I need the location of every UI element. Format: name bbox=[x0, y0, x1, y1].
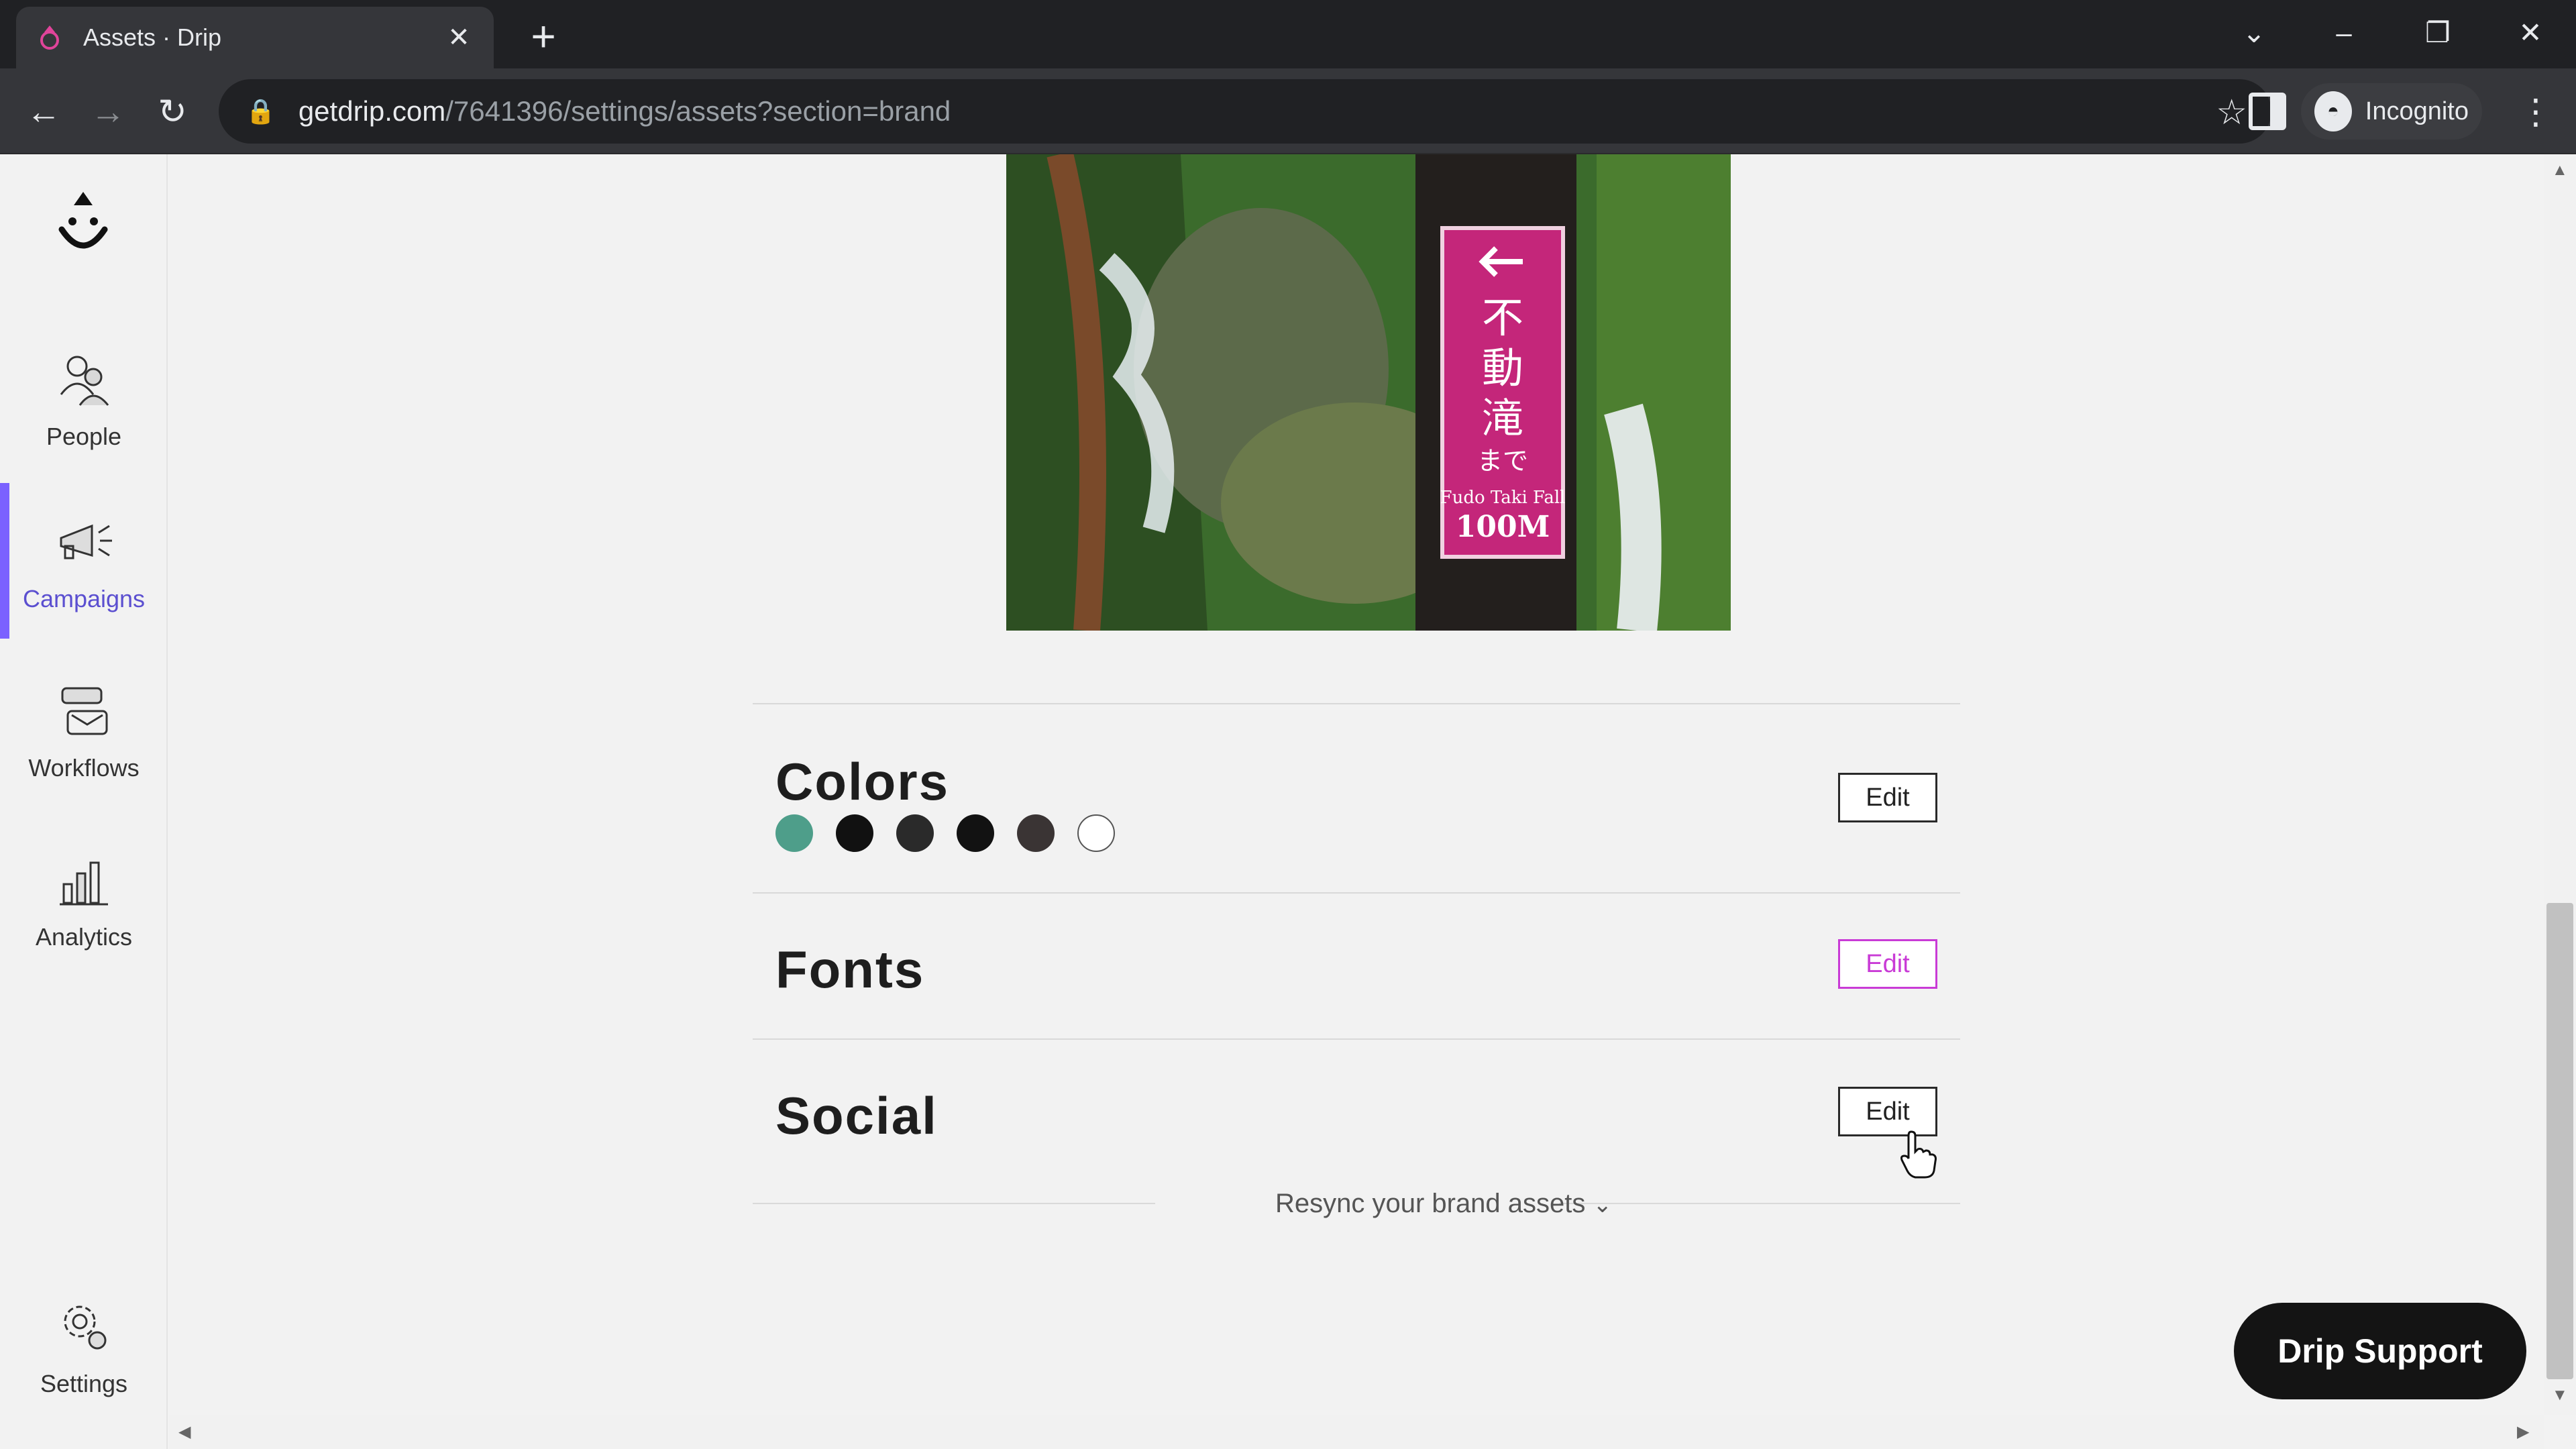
sidebar-item-analytics[interactable]: Analytics bbox=[0, 821, 168, 977]
side-panel-icon[interactable] bbox=[2249, 93, 2286, 130]
sidebar-item-people[interactable]: People bbox=[0, 321, 168, 476]
bookmark-star-icon[interactable]: ☆ bbox=[2216, 93, 2247, 133]
color-swatches bbox=[775, 814, 1138, 852]
drip-favicon-icon bbox=[40, 25, 59, 50]
resync-label: Resync your brand assets bbox=[1275, 1189, 1586, 1218]
scroll-up-arrow-icon[interactable]: ▲ bbox=[2552, 161, 2568, 180]
reload-icon[interactable]: ↻ bbox=[149, 89, 196, 136]
browser-tab-bar: Assets · Drip ✕ + ⌄ – ❐ ✕ bbox=[0, 0, 2576, 68]
restore-icon[interactable]: ❐ bbox=[2404, 9, 2471, 56]
lock-icon[interactable]: 🔒 bbox=[246, 97, 276, 125]
sidebar-item-label: Workflows bbox=[28, 754, 140, 782]
main-content: 不 動 滝 まで Fudo Taki Fall 100M Colors Edit… bbox=[169, 154, 2544, 1415]
color-swatch bbox=[775, 814, 813, 852]
incognito-label: Incognito bbox=[2365, 97, 2469, 125]
scroll-right-arrow-icon[interactable]: ▶ bbox=[2517, 1422, 2529, 1442]
color-swatch bbox=[957, 814, 994, 852]
url-host: getdrip.com bbox=[298, 95, 446, 127]
megaphone-icon bbox=[60, 524, 112, 559]
resync-divider-left bbox=[753, 1203, 1155, 1204]
gear-icon bbox=[64, 1305, 107, 1350]
workflow-icon bbox=[61, 687, 108, 735]
new-tab-button[interactable]: + bbox=[521, 15, 566, 60]
sidebar-item-campaigns[interactable]: Campaigns bbox=[0, 483, 168, 639]
sign-char-3: 滝 bbox=[1482, 394, 1523, 443]
scroll-down-arrow-icon[interactable]: ▼ bbox=[2552, 1386, 2568, 1405]
social-section-title: Social bbox=[775, 1086, 938, 1145]
browser-menu-icon[interactable]: ⋮ bbox=[2518, 89, 2553, 136]
sidebar-item-label: Analytics bbox=[35, 923, 133, 951]
edit-colors-button[interactable]: Edit bbox=[1838, 773, 1937, 822]
minimize-icon[interactable]: – bbox=[2310, 9, 2377, 56]
vertical-scrollbar-thumb[interactable] bbox=[2546, 903, 2573, 1379]
browser-tab-active[interactable]: Assets · Drip ✕ bbox=[16, 7, 494, 68]
color-swatch bbox=[896, 814, 934, 852]
color-swatch bbox=[1017, 814, 1055, 852]
drip-support-button[interactable]: Drip Support bbox=[2234, 1303, 2526, 1399]
sign-caption: Fudo Taki Fall bbox=[1440, 488, 1566, 508]
chevron-down-icon: ⌄ bbox=[1593, 1192, 1613, 1218]
edit-fonts-button[interactable]: Edit bbox=[1838, 939, 1937, 989]
section-divider bbox=[753, 1038, 1960, 1040]
tab-search-icon[interactable]: ⌄ bbox=[2220, 9, 2288, 56]
sidebar-item-settings[interactable]: Settings bbox=[0, 1268, 168, 1424]
sign-char-2: 動 bbox=[1482, 343, 1523, 392]
sidebar-item-label: Settings bbox=[40, 1370, 128, 1397]
back-icon[interactable]: ← bbox=[20, 89, 67, 136]
tab-close-icon[interactable]: ✕ bbox=[443, 22, 475, 53]
browser-toolbar: ← → ↻ 🔒 getdrip.com/7641396/settings/ass… bbox=[0, 68, 2576, 154]
people-icon bbox=[60, 356, 109, 406]
section-divider bbox=[753, 892, 1960, 894]
window-close-icon[interactable]: ✕ bbox=[2497, 9, 2564, 56]
color-swatch bbox=[836, 814, 873, 852]
scroll-left-arrow-icon[interactable]: ◀ bbox=[178, 1422, 191, 1442]
tab-title: Assets · Drip bbox=[83, 23, 222, 51]
brand-logo-image: 不 動 滝 まで Fudo Taki Fall 100M bbox=[1006, 154, 1731, 631]
sign-char-1: 不 bbox=[1482, 293, 1523, 342]
section-divider bbox=[753, 703, 1960, 704]
address-bar[interactable]: 🔒 getdrip.com/7641396/settings/assets?se… bbox=[219, 79, 2271, 144]
forward-icon[interactable]: → bbox=[85, 89, 131, 136]
sign-distance: 100M bbox=[1456, 510, 1550, 544]
incognito-profile-button[interactable]: ◓ Incognito bbox=[2301, 83, 2482, 140]
analytics-icon bbox=[60, 861, 108, 906]
sidebar-item-label: People bbox=[46, 423, 122, 450]
url-path: /7641396/settings/assets?section=brand bbox=[445, 95, 951, 127]
app-sidebar: People Campaigns Workflows Analytics Set… bbox=[0, 154, 168, 1449]
hand-pointer-cursor-icon bbox=[1900, 1130, 1937, 1179]
color-swatch bbox=[1077, 814, 1115, 852]
sidebar-item-workflows[interactable]: Workflows bbox=[0, 652, 168, 808]
sign-char-4: まで bbox=[1477, 446, 1528, 476]
sidebar-item-label: Campaigns bbox=[22, 585, 146, 612]
horizontal-scrollbar[interactable] bbox=[169, 1415, 2544, 1449]
resync-brand-assets-toggle[interactable]: Resync your brand assets ⌄ bbox=[1175, 1183, 1712, 1224]
colors-section-title: Colors bbox=[775, 752, 950, 811]
fonts-section-title: Fonts bbox=[775, 940, 925, 999]
drip-logo[interactable] bbox=[51, 188, 115, 262]
incognito-icon: ◓ bbox=[2314, 91, 2352, 131]
